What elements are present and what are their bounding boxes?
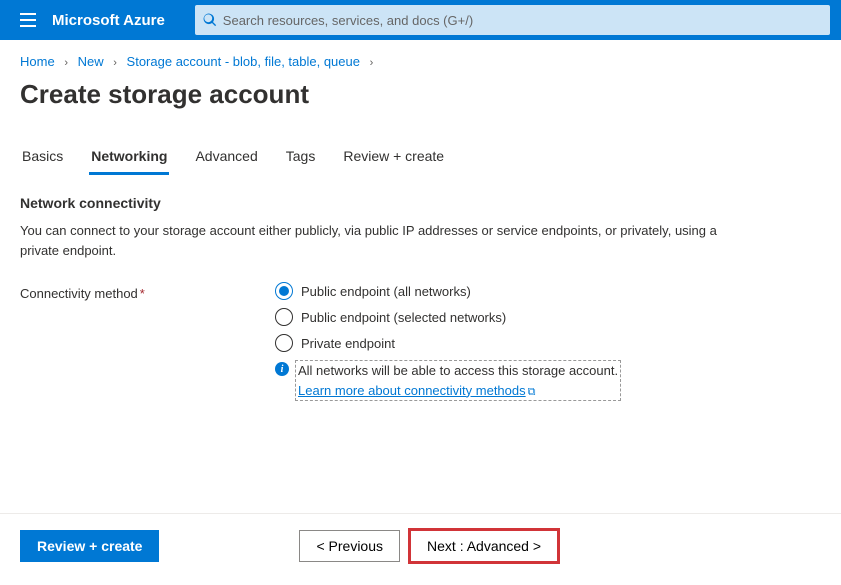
- radio-private[interactable]: Private endpoint: [275, 334, 821, 352]
- radio-icon: [275, 282, 293, 300]
- learn-more-link[interactable]: Learn more about connectivity methods: [298, 383, 526, 398]
- info-block: i All networks will be able to access th…: [275, 360, 821, 401]
- required-indicator: *: [140, 286, 145, 301]
- review-create-button[interactable]: Review + create: [20, 530, 159, 562]
- section-heading: Network connectivity: [20, 195, 821, 211]
- connectivity-radio-group: Public endpoint (all networks) Public en…: [275, 282, 821, 401]
- radio-label: Private endpoint: [301, 336, 395, 351]
- search-input[interactable]: [223, 13, 822, 28]
- connectivity-label: Connectivity method*: [20, 282, 275, 401]
- radio-icon: [275, 334, 293, 352]
- search-icon: [203, 13, 217, 27]
- footer: Review + create < Previous Next : Advanc…: [0, 513, 841, 578]
- next-advanced-button[interactable]: Next : Advanced >: [410, 530, 558, 562]
- previous-button[interactable]: < Previous: [299, 530, 400, 562]
- external-link-icon: ⧉: [528, 386, 536, 398]
- radio-public-selected[interactable]: Public endpoint (selected networks): [275, 308, 821, 326]
- tab-basics[interactable]: Basics: [20, 140, 65, 175]
- breadcrumb-home[interactable]: Home: [20, 54, 55, 69]
- form-row-connectivity: Connectivity method* Public endpoint (al…: [0, 280, 841, 403]
- info-text: All networks will be able to access this…: [298, 363, 618, 378]
- breadcrumb-new[interactable]: New: [78, 54, 104, 69]
- radio-label: Public endpoint (all networks): [301, 284, 471, 299]
- hamburger-icon[interactable]: [8, 0, 48, 40]
- brand-logo[interactable]: Microsoft Azure: [52, 12, 165, 29]
- tabs: Basics Networking Advanced Tags Review +…: [0, 140, 841, 175]
- chevron-right-icon: ›: [64, 57, 68, 69]
- chevron-right-icon: ›: [113, 57, 117, 69]
- radio-icon: [275, 308, 293, 326]
- radio-public-all[interactable]: Public endpoint (all networks): [275, 282, 821, 300]
- info-icon: i: [275, 362, 289, 376]
- section-network-connectivity: Network connectivity You can connect to …: [0, 175, 841, 260]
- tab-review[interactable]: Review + create: [341, 140, 446, 175]
- tab-tags[interactable]: Tags: [284, 140, 318, 175]
- chevron-right-icon: ›: [370, 57, 374, 69]
- breadcrumb-storage[interactable]: Storage account - blob, file, table, que…: [127, 54, 360, 69]
- breadcrumb: Home › New › Storage account - blob, fil…: [0, 40, 841, 77]
- tab-advanced[interactable]: Advanced: [193, 140, 259, 175]
- tab-networking[interactable]: Networking: [89, 140, 169, 175]
- section-description: You can connect to your storage account …: [20, 221, 740, 260]
- page-title: Create storage account: [0, 77, 841, 140]
- radio-label: Public endpoint (selected networks): [301, 310, 506, 325]
- search-bar[interactable]: [195, 5, 830, 35]
- top-bar: Microsoft Azure: [0, 0, 841, 40]
